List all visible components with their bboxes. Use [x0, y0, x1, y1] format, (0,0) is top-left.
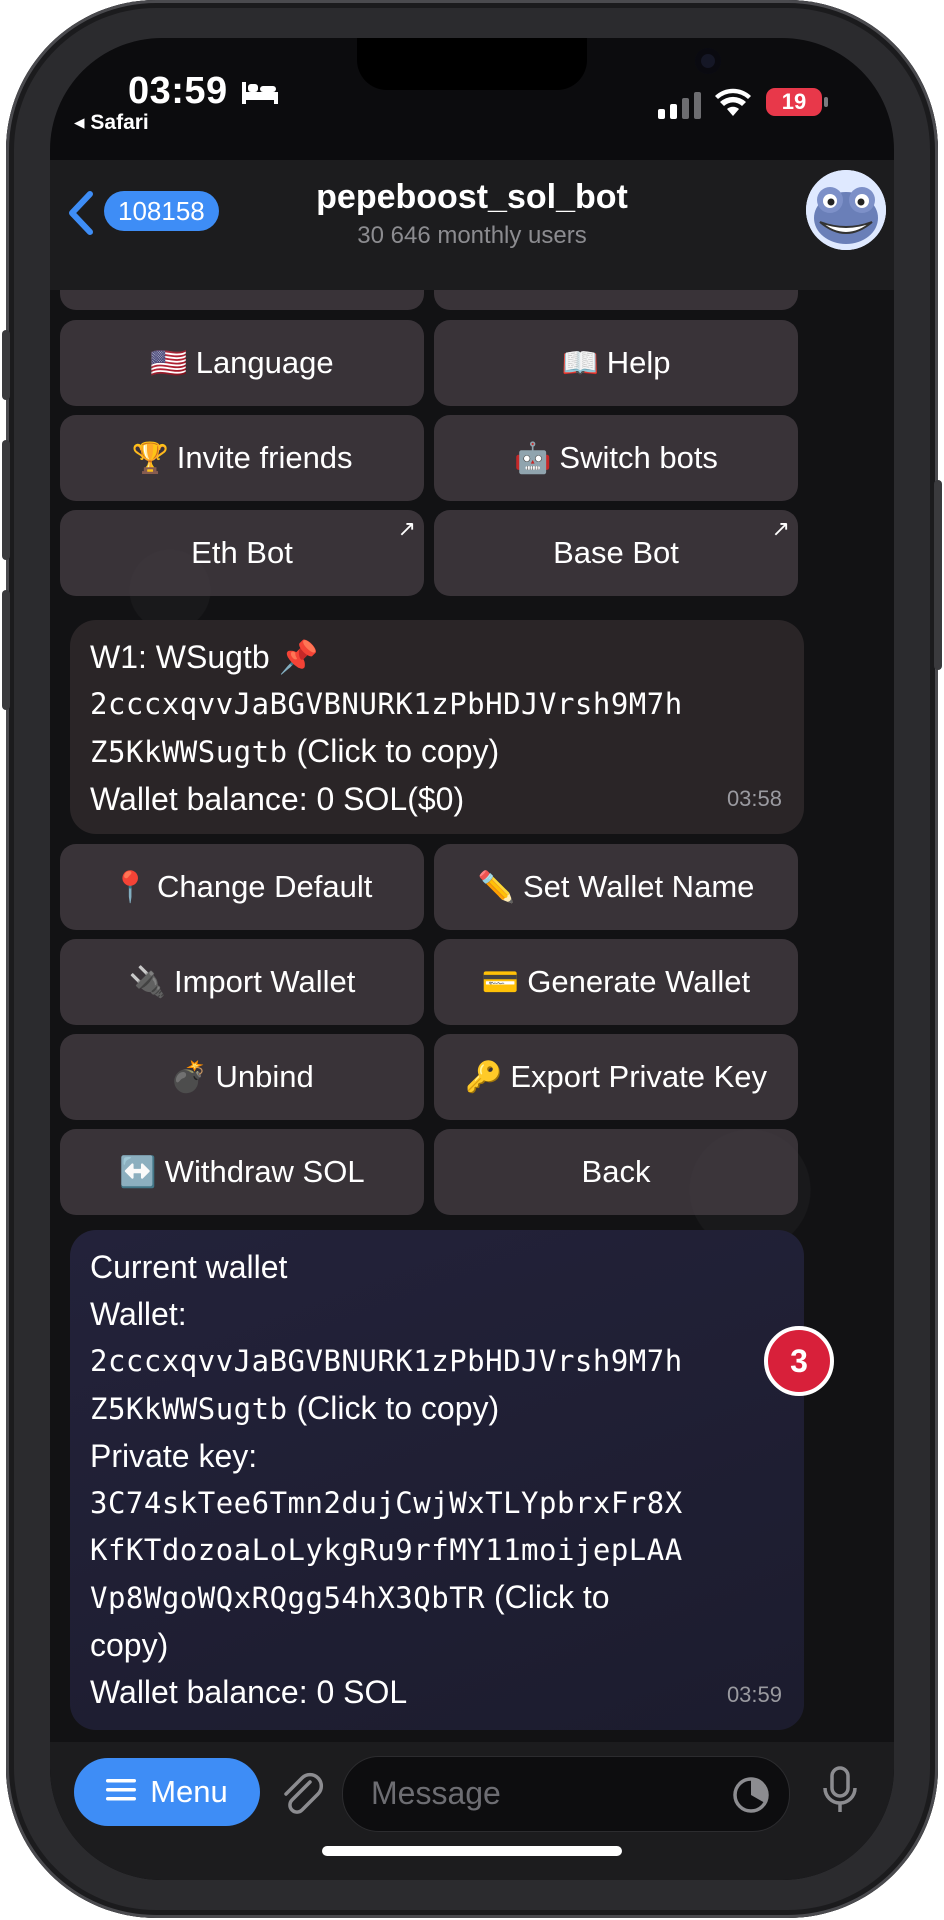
back-app-label: Safari: [90, 111, 149, 134]
button-label: Unbind: [215, 1059, 314, 1094]
private-key-label: Private key:: [90, 1438, 258, 1474]
step-number-badge: 3: [764, 1326, 834, 1396]
eth-bot-button[interactable]: Eth Bot ↗: [60, 510, 424, 596]
wallet-message: W1: WSugtb 📌 2cccxqvvJaBGVBNURK1zPbHDJVr…: [70, 620, 804, 834]
change-default-button[interactable]: 📍 Change Default: [60, 844, 424, 930]
bot-avatar[interactable]: [806, 170, 886, 250]
wallet-label: Wallet:: [90, 1296, 187, 1332]
help-button[interactable]: 📖 Help: [434, 320, 798, 406]
button-label: Change Default: [156, 869, 373, 904]
notch: [357, 38, 721, 90]
chat-area[interactable]: 🇺🇸 Language 📖 Help 🏆 Invite friends 🤖 Sw…: [50, 290, 894, 1742]
pencil-icon: ✏️: [477, 870, 515, 904]
back-to-app-link[interactable]: ◂ Safari: [74, 110, 149, 135]
wallet-address-line1[interactable]: 2cccxqvvJaBGVBNURK1zPbHDJVrsh9M7h: [90, 681, 784, 728]
key-icon: 🔑: [464, 1060, 503, 1094]
volume-up-button: [2, 440, 10, 560]
power-button: [934, 480, 942, 670]
status-time: 03:59: [128, 70, 228, 112]
language-button[interactable]: 🇺🇸 Language: [60, 320, 424, 406]
keyboard-button-hidden-right[interactable]: [434, 290, 798, 310]
chat-subtitle: 30 646 monthly users: [357, 222, 587, 249]
button-label: Import Wallet: [173, 964, 356, 999]
phone-frame: 03:59 ◂ Safari 19 108158 pepeboost_sol_b…: [2, 0, 942, 1918]
unbind-button[interactable]: 💣 Unbind: [60, 1034, 424, 1120]
pepe-avatar-icon: [806, 170, 886, 250]
set-wallet-name-button[interactable]: ✏️ Set Wallet Name: [434, 844, 798, 930]
copy-hint: (Click to: [494, 1579, 610, 1615]
keyboard-button-hidden-left[interactable]: [60, 290, 424, 310]
button-label: Eth Bot: [191, 535, 293, 570]
external-link-arrow-icon: ↗: [771, 516, 790, 541]
button-label: Language: [195, 345, 334, 380]
chat-header: 108158 pepeboost_sol_bot 30 646 monthly …: [50, 160, 894, 290]
message-time: 03:59: [726, 1682, 782, 1707]
bomb-icon: 💣: [170, 1060, 208, 1094]
home-indicator: [322, 1846, 622, 1856]
button-label: Back: [581, 1154, 651, 1189]
message-input[interactable]: Message: [342, 1756, 790, 1832]
left-right-arrow-icon: ↔️: [119, 1155, 157, 1189]
auto-delete-timer-icon[interactable]: [731, 1775, 771, 1820]
battery-indicator: 19: [766, 88, 828, 116]
private-key-line2[interactable]: KfKTdozoaLoLykgRu9rfMY11moijepLAA: [90, 1527, 784, 1574]
microphone-icon[interactable]: [820, 1764, 860, 1823]
us-flag-icon: 🇺🇸: [150, 346, 188, 380]
message-placeholder: Message: [371, 1775, 501, 1811]
button-label: Generate Wallet: [527, 964, 751, 999]
wallet-address-line1[interactable]: 2cccxqvvJaBGVBNURK1zPbHDJVrsh9M7h: [90, 1338, 784, 1385]
copy-hint: (Click to copy): [296, 733, 500, 769]
camera: [695, 48, 721, 74]
book-icon: 📖: [561, 346, 599, 380]
export-private-key-button[interactable]: 🔑 Export Private Key: [434, 1034, 798, 1120]
button-label: Help: [606, 345, 671, 380]
base-bot-button[interactable]: Base Bot ↗: [434, 510, 798, 596]
volume-down-button: [2, 590, 10, 710]
external-link-arrow-icon: ↗: [397, 516, 416, 541]
private-key-line1[interactable]: 3C74skTee6Tmn2dujCwjWxTLYpbrxFr8X: [90, 1480, 784, 1527]
switch-bots-button[interactable]: 🤖 Switch bots: [434, 415, 798, 501]
credit-card-icon: 💳: [481, 965, 520, 999]
button-label: Export Private Key: [510, 1059, 768, 1094]
button-label: Withdraw SOL: [164, 1154, 365, 1189]
back-button[interactable]: Back: [434, 1129, 798, 1215]
copy-hint-cont: copy): [90, 1627, 169, 1663]
wallet-balance: Wallet balance: 0 SOL: [90, 1674, 408, 1710]
trophy-icon: 🏆: [131, 441, 169, 475]
cellular-signal-icon: [658, 92, 701, 119]
invite-friends-button[interactable]: 🏆 Invite friends: [60, 415, 424, 501]
wifi-icon: [714, 88, 752, 123]
withdraw-sol-button[interactable]: ↔️ Withdraw SOL: [60, 1129, 424, 1215]
copy-hint: (Click to copy): [296, 1390, 500, 1426]
import-wallet-button[interactable]: 🔌 Import Wallet: [60, 939, 424, 1025]
button-label: Invite friends: [176, 440, 353, 475]
bed-icon: [240, 76, 280, 111]
attach-paperclip-icon[interactable]: [280, 1770, 324, 1825]
robot-icon: 🤖: [514, 441, 552, 475]
input-bar: Menu Message: [50, 1742, 894, 1880]
wallet-name-line: W1: WSugtb 📌: [90, 639, 319, 675]
wallet-balance: Wallet balance: 0 SOL($0): [90, 781, 465, 817]
message-time: 03:58: [726, 786, 782, 811]
current-wallet-heading: Current wallet: [90, 1249, 288, 1285]
mute-switch: [2, 330, 10, 400]
plug-icon: 🔌: [128, 965, 166, 999]
wallet-address-line2[interactable]: Z5KkWWSugtb: [90, 1392, 288, 1426]
wallet-address-line2[interactable]: Z5KkWWSugtb: [90, 735, 288, 769]
current-wallet-message: Current wallet Wallet: 2cccxqvvJaBGVBNUR…: [70, 1230, 804, 1730]
screen: 03:59 ◂ Safari 19 108158 pepeboost_sol_b…: [50, 38, 894, 1880]
button-label: Switch bots: [559, 440, 718, 475]
button-label: Base Bot: [553, 535, 679, 570]
menu-label: Menu: [150, 1774, 228, 1809]
generate-wallet-button[interactable]: 💳 Generate Wallet: [434, 939, 798, 1025]
menu-button[interactable]: Menu: [74, 1758, 260, 1826]
hamburger-icon: [106, 1774, 137, 1810]
private-key-line3[interactable]: Vp8WgoWQxRQgg54hX3QbTR: [90, 1581, 485, 1615]
pin-icon: 📍: [111, 870, 149, 904]
button-label: Set Wallet Name: [522, 869, 755, 904]
chat-title[interactable]: pepeboost_sol_bot: [50, 178, 894, 217]
